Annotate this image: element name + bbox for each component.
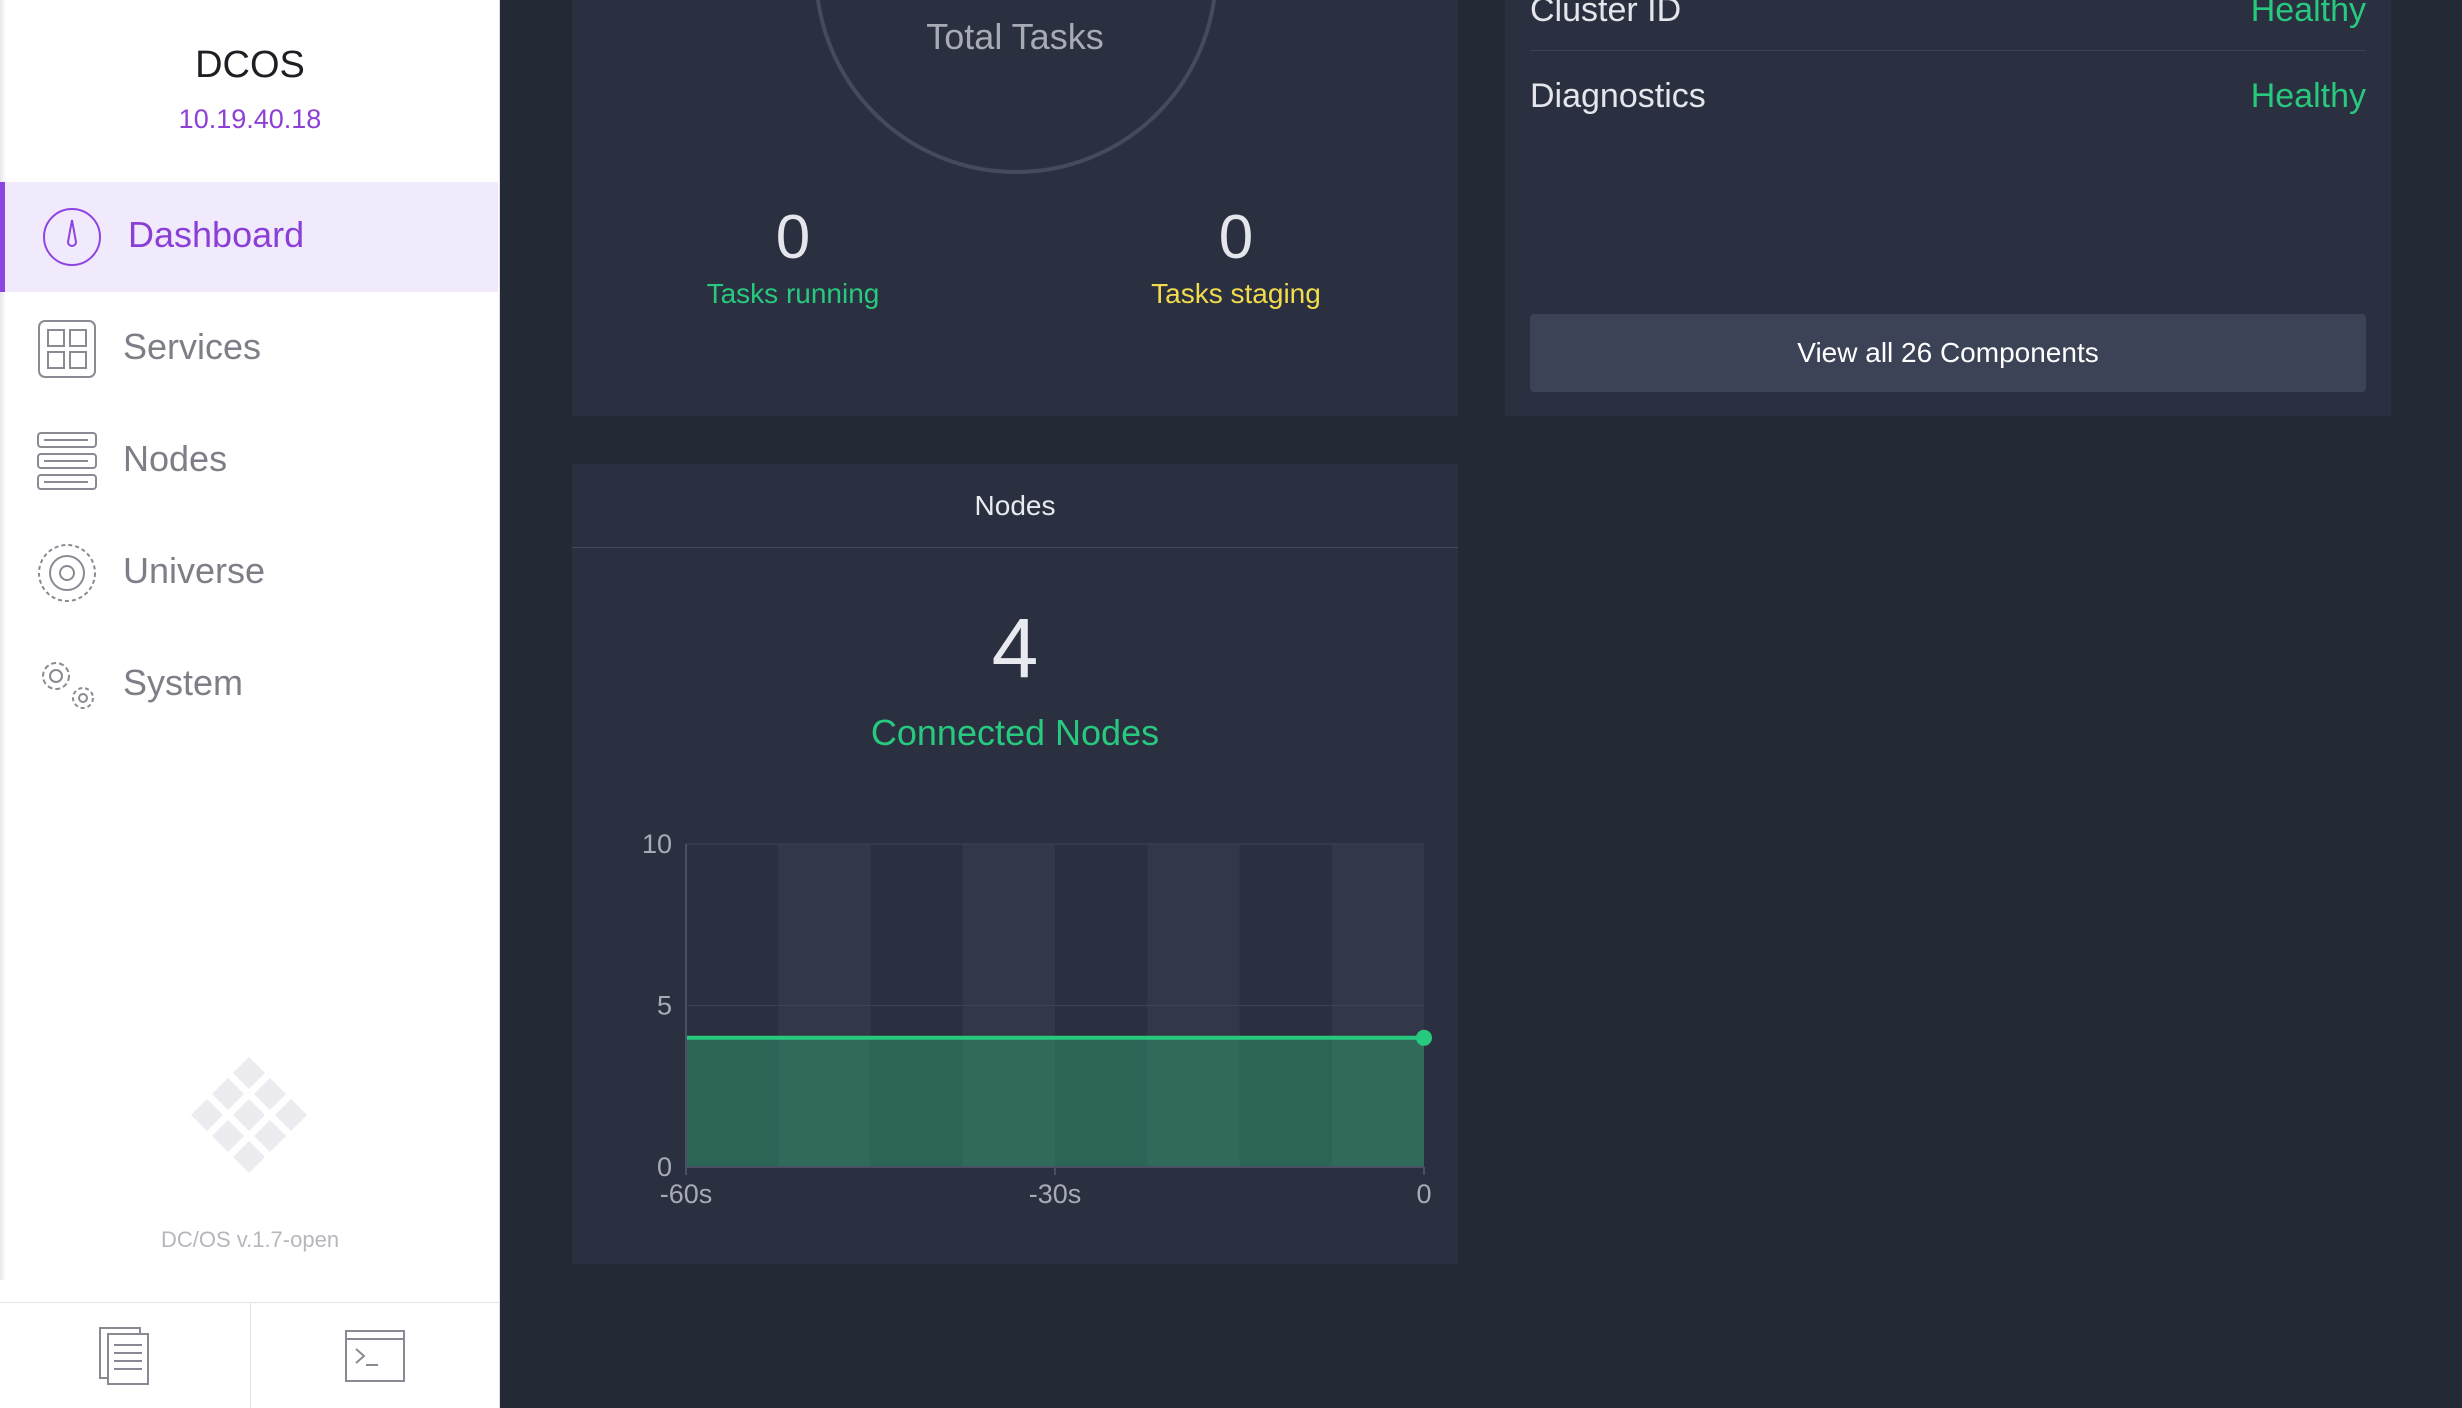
version-label: DC/OS v.1.7-open [160,1227,340,1252]
sidebar-item-system[interactable]: System [0,630,498,740]
tasks-running-count: 0 [775,203,811,272]
tasks-staging-count: 0 [1218,203,1254,272]
tasks-panel: Total Tasks 0 Tasks running 0 Tasks stag… [572,0,1458,416]
dcos-logo-icon [191,1057,307,1173]
chart-point [1416,1029,1432,1046]
sidebar-item-label: Dashboard [128,214,305,255]
chart-x-tick-label: -30s [1029,1179,1082,1209]
chart-x-tick-label: -60s [660,1179,713,1209]
component-name: Diagnostics [1530,76,1706,115]
component-status: Healthy [2250,0,2366,29]
chart-y-tick-label: 10 [642,829,672,859]
chart-area [686,1037,1424,1167]
sidebar-item-dashboard[interactable]: Dashboard [0,182,498,292]
component-name: Cluster ID [1530,0,1682,29]
documentation-icon [98,1327,149,1385]
system-icon [42,662,94,709]
nodes-icon [37,432,97,490]
sidebar-footer [0,1302,499,1408]
sidebar-item-label: Universe [123,550,266,591]
sidebar-item-nodes[interactable]: Nodes [0,406,498,516]
cluster-ip[interactable]: 10.19.40.18 [0,104,500,135]
component-status: Healthy [2250,76,2366,115]
nodes-panel: Nodes 4 Connected Nodes 0 5 10 -60s -30s 0 [572,464,1458,1264]
sidebar-item-label: Nodes [123,438,228,479]
sidebar-item-universe[interactable]: Universe [0,518,498,628]
services-icon [38,320,96,378]
sidebar: DCOS 10.19.40.18 Dashboard Services Node… [0,0,500,1408]
sidebar-item-label: System [123,662,244,703]
tasks-staging-label: Tasks staging [1151,278,1321,309]
cluster-name: DCOS [195,44,305,86]
cli-button[interactable] [249,1303,500,1408]
total-tasks-label: Total Tasks [926,16,1104,57]
sidebar-item-services[interactable]: Services [0,294,498,404]
component-health-panel: Cluster ID Healthy Diagnostics Healthy V… [1505,0,2391,416]
chart-y-tick-label: 5 [657,991,672,1021]
cli-icon [344,1330,405,1382]
chart-x-tick-label: 0 [1416,1179,1431,1209]
dashboard-icon [43,208,101,266]
component-row-diagnostics[interactable]: Diagnostics Healthy [1530,70,2366,122]
component-row-cluster-id[interactable]: Cluster ID Healthy [1530,0,2366,36]
view-all-components-button[interactable]: View all 26 Components [1530,314,2366,392]
sidebar-item-label: Services [123,326,262,367]
nodes-chart: 0 5 10 -60s -30s 0 [642,829,1432,1209]
chart-y-tick-label: 0 [657,1152,672,1182]
tasks-running-label: Tasks running [706,278,880,309]
documentation-button[interactable] [0,1303,250,1408]
row-divider [1530,50,2366,51]
universe-icon [38,544,96,602]
